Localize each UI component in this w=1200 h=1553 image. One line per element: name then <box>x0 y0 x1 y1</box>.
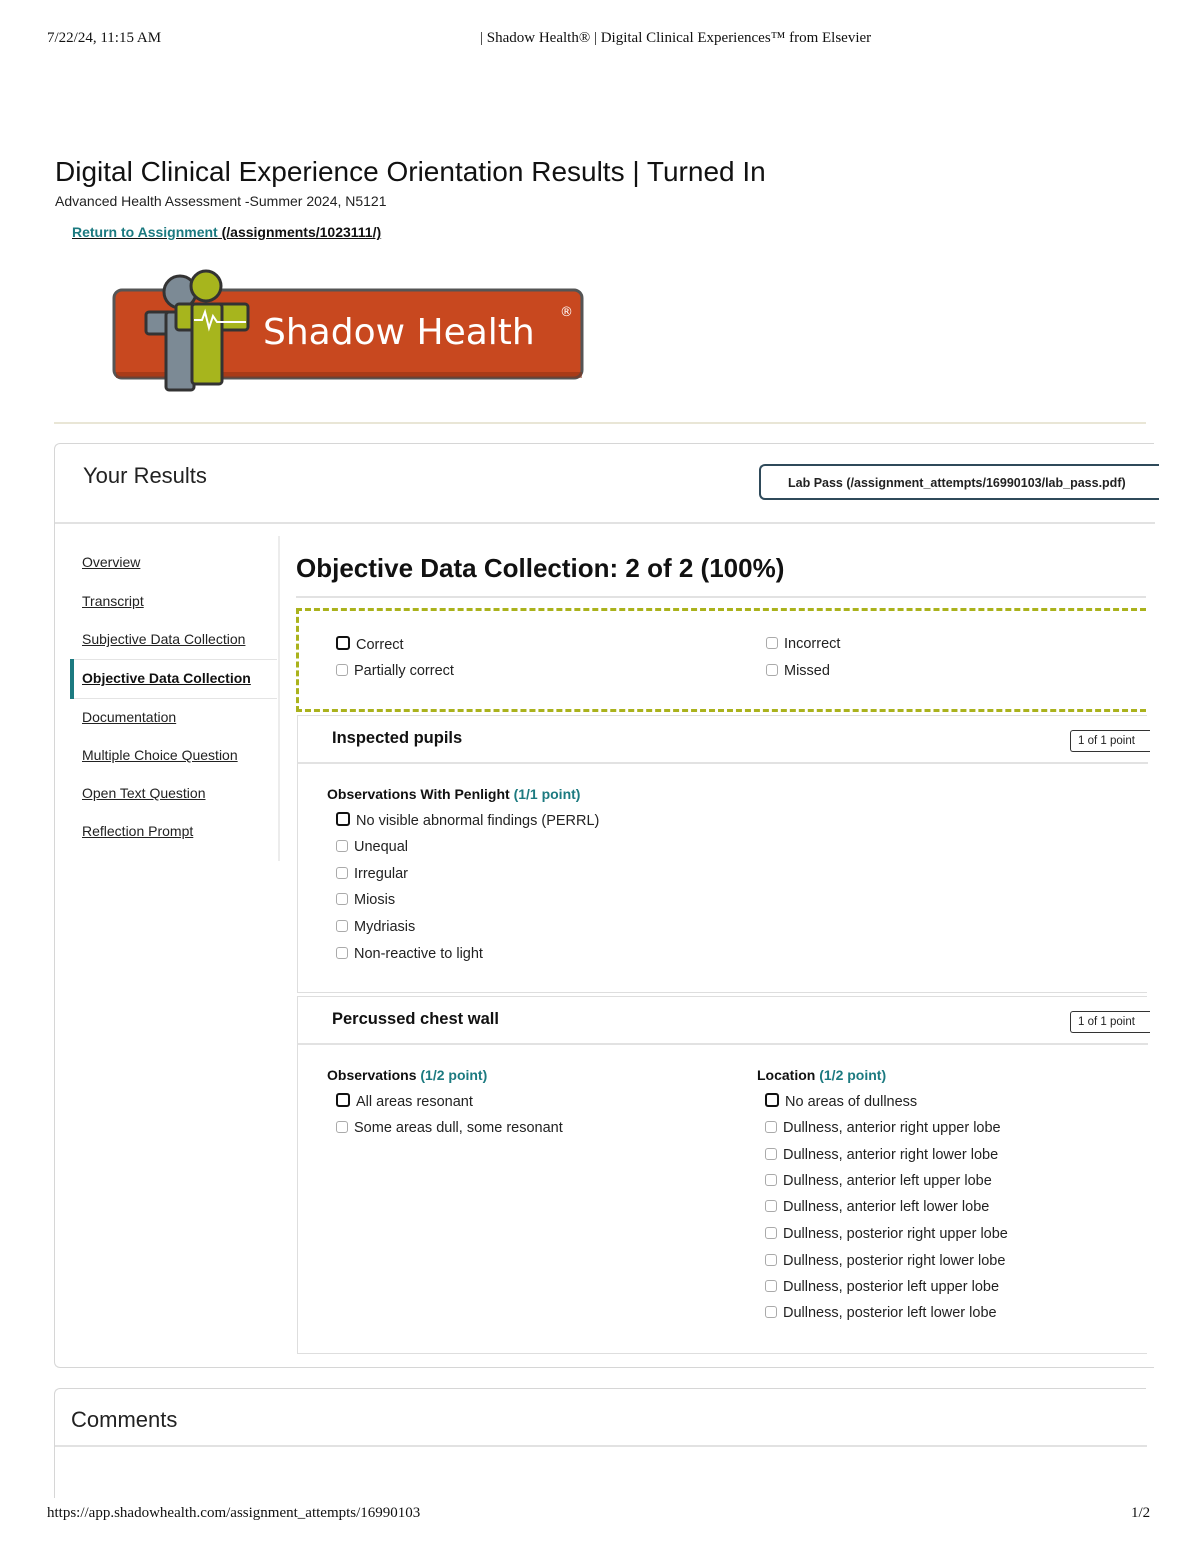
checkbox-empty-icon <box>766 637 778 649</box>
option: Dullness, posterior right upper lobe <box>765 1226 1008 1242</box>
checkbox-empty-icon <box>336 920 348 932</box>
checkbox-empty-icon <box>336 1121 348 1133</box>
option: Dullness, posterior right lower lobe <box>765 1253 1005 1269</box>
nav-item-reflection-prompt[interactable]: Reflection Prompt <box>82 823 193 839</box>
nav-item-subjective-data-collection[interactable]: Subjective Data Collection <box>82 631 245 647</box>
return-link-label: Return to Assignment <box>72 224 218 240</box>
checkbox-empty-icon <box>336 840 348 852</box>
option: Miosis <box>336 892 395 908</box>
section-title: Objective Data Collection: 2 of 2 (100%) <box>296 553 785 583</box>
separator-line <box>54 422 1146 424</box>
print-url: https://app.shadowhealth.com/assignment_… <box>47 1505 421 1521</box>
comments-header: Comments <box>55 1389 1147 1447</box>
lab-pass-button[interactable]: Lab Pass (/assignment_attempts/16990103/… <box>759 464 1159 500</box>
checkbox-empty-icon <box>765 1306 777 1318</box>
item-header: Percussed chest wall 1 of 1 point <box>298 997 1150 1045</box>
item-card-percussed-chest-wall: Percussed chest wall 1 of 1 point Observ… <box>297 996 1150 1354</box>
nav-item-open-text-question[interactable]: Open Text Question <box>82 785 205 801</box>
checkbox-empty-icon <box>336 664 348 676</box>
checkbox-empty-icon <box>765 1148 777 1160</box>
item-card-inspected-pupils: Inspected pupils 1 of 1 point Observatio… <box>297 715 1150 993</box>
return-link-url: (/assignments/1023111/) <box>217 224 382 240</box>
item-header: Inspected pupils 1 of 1 point <box>298 716 1150 764</box>
observation-group-label: Observations (1/2 point) <box>327 1067 488 1083</box>
print-date: 7/22/24, 11:15 AM <box>47 30 162 46</box>
option: Irregular <box>336 866 408 882</box>
checkbox-empty-icon <box>336 893 348 905</box>
checkbox-empty-icon <box>766 664 778 676</box>
results-sidenav: Overview Transcript Subjective Data Coll… <box>70 536 280 861</box>
print-page-number: 1/2 <box>1131 1505 1151 1521</box>
points-badge: 1 of 1 point <box>1070 1011 1150 1033</box>
shadow-health-logo: Shadow Health ® <box>112 269 584 392</box>
legend-missed: Missed <box>766 663 830 679</box>
points-badge: 1 of 1 point <box>1070 730 1150 752</box>
item-title: Percussed chest wall <box>332 1010 499 1028</box>
nav-item-multiple-choice-question[interactable]: Multiple Choice Question <box>82 747 238 763</box>
option: Mydriasis <box>336 919 415 935</box>
checkbox-empty-icon <box>765 1254 777 1266</box>
option: Dullness, anterior left upper lobe <box>765 1173 992 1189</box>
checkbox-checked-icon <box>336 1093 350 1107</box>
legend-incorrect: Incorrect <box>766 636 840 652</box>
option: Non-reactive to light <box>336 946 483 962</box>
checkbox-empty-icon <box>765 1121 777 1133</box>
results-header: Your Results Lab Pass (/assignment_attem… <box>55 444 1159 524</box>
checkbox-empty-icon <box>765 1200 777 1212</box>
option: Unequal <box>336 839 408 855</box>
nav-item-objective-data-collection[interactable]: Objective Data Collection <box>82 670 251 686</box>
location-group-label: Location (1/2 point) <box>757 1067 887 1083</box>
nav-item-transcript[interactable]: Transcript <box>82 593 144 609</box>
comments-card: Comments <box>54 1388 1147 1498</box>
option-checked: All areas resonant <box>336 1093 473 1110</box>
option: Dullness, anterior left lower lobe <box>765 1199 989 1215</box>
observation-group-label: Observations With Penlight (1/1 point) <box>327 786 581 802</box>
svg-text:®: ® <box>560 305 573 320</box>
nav-item-overview[interactable]: Overview <box>82 554 140 570</box>
section-title-rule <box>296 596 1146 598</box>
item-title: Inspected pupils <box>332 729 463 747</box>
option: Some areas dull, some resonant <box>336 1120 563 1136</box>
checkbox-checked-icon <box>336 812 350 826</box>
checkbox-checked-icon <box>336 636 350 650</box>
option-checked: No visible abnormal findings (PERRL) <box>336 812 599 829</box>
option: Dullness, posterior left upper lobe <box>765 1279 999 1295</box>
nav-active-indicator <box>70 659 74 699</box>
option: Dullness, anterior right lower lobe <box>765 1147 998 1163</box>
option-checked: No areas of dullness <box>765 1093 917 1110</box>
option: Dullness, anterior right upper lobe <box>765 1120 1001 1136</box>
svg-text:Shadow Health: Shadow Health <box>263 312 535 353</box>
legend-box: Correct Incorrect Partially correct Miss… <box>296 608 1146 712</box>
legend-partially-correct: Partially correct <box>336 663 454 679</box>
checkbox-empty-icon <box>765 1227 777 1239</box>
nav-item-documentation[interactable]: Documentation <box>82 709 176 725</box>
return-to-assignment-link[interactable]: Return to Assignment (/assignments/10231… <box>72 224 381 240</box>
page-title: Digital Clinical Experience Orientation … <box>55 156 766 187</box>
option: Dullness, posterior left lower lobe <box>765 1305 997 1321</box>
checkbox-checked-icon <box>765 1093 779 1107</box>
legend-correct: Correct <box>336 636 404 653</box>
course-name: Advanced Health Assessment -Summer 2024,… <box>55 193 387 209</box>
checkbox-empty-icon <box>765 1280 777 1292</box>
checkbox-empty-icon <box>336 947 348 959</box>
print-title: | Shadow Health® | Digital Clinical Expe… <box>480 30 872 46</box>
checkbox-empty-icon <box>765 1174 777 1186</box>
comments-title: Comments <box>71 1407 178 1432</box>
checkbox-empty-icon <box>336 867 348 879</box>
results-title: Your Results <box>83 463 207 488</box>
